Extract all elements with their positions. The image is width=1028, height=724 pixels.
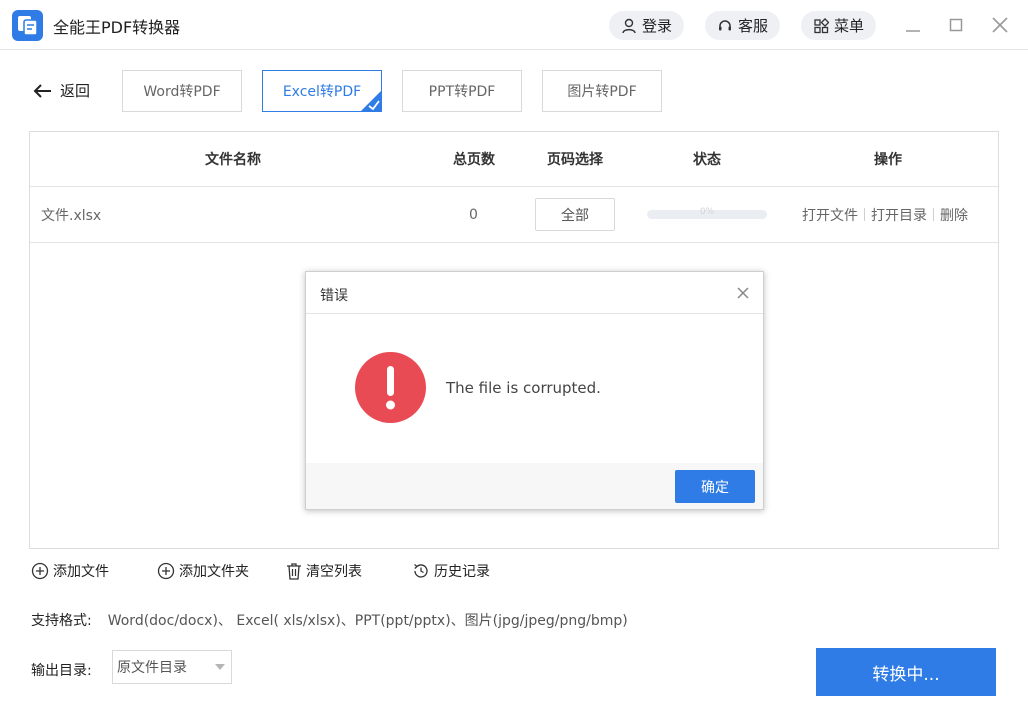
maximize-icon[interactable] [944,13,968,37]
add-folder-button[interactable]: 添加文件夹 [157,561,249,581]
error-exclamation-icon [355,352,426,423]
tab-excel-to-pdf[interactable]: Excel转PDF [262,70,382,112]
output-dir-value: 原文件目录 [117,660,187,676]
close-icon[interactable] [735,285,751,301]
header-file-name: 文件名称 [205,152,261,168]
plus-circle-icon [157,562,175,580]
tab-label: Excel转PDF [282,84,362,100]
login-button[interactable]: 登录 [609,11,685,40]
tab-label: PPT转PDF [428,84,496,100]
page-select-button[interactable]: 全部 [535,198,615,231]
add-file-button[interactable]: 添加文件 [31,561,109,581]
convert-button[interactable]: 转换中... [816,648,996,696]
tab-ppt-to-pdf[interactable]: PPT转PDF [402,70,522,112]
progress-text: 0% [699,207,715,217]
login-label: 登录 [642,17,673,35]
add-folder-label: 添加文件夹 [179,564,249,580]
history-label: 历史记录 [434,564,490,580]
menu-label: 菜单 [834,17,865,35]
history-button[interactable]: 历史记录 [412,561,490,581]
history-clock-icon [414,564,428,578]
menu-button[interactable]: 菜单 [801,11,877,40]
customer-service-button[interactable]: 客服 [705,11,781,40]
tab-label: 图片转PDF [567,84,637,100]
divider [864,208,865,221]
header-page-select: 页码选择 [547,152,603,168]
dialog-title: 错误 [320,288,348,304]
page-count: 0 [469,206,478,223]
minimize-icon[interactable] [901,13,925,37]
selected-check-icon [361,91,381,111]
error-dialog: 错误 The file is corrupted. 确定 [305,271,764,510]
ok-button[interactable]: 确定 [675,470,755,503]
clear-list-label: 清空列表 [306,564,362,580]
supported-formats: 支持格式: Word(doc/docx)、 Excel( xls/xlsx)、P… [31,610,628,630]
close-window-icon[interactable] [988,13,1012,37]
app-title: 全能王PDF转换器 [53,18,181,37]
user-icon [622,18,636,33]
table-row: 文件.xlsx 0 全部 0% 打开文件 打开目录 删除 [30,187,998,243]
back-button[interactable]: 返回 [32,80,90,101]
header-status: 状态 [693,152,721,168]
output-dir-label: 输出目录: [31,663,92,679]
progress-bar: 0% [647,207,767,219]
tab-image-to-pdf[interactable]: 图片转PDF [542,70,662,112]
header-total-pages: 总页数 [453,152,495,168]
output-dir-select[interactable]: 原文件目录 [112,650,232,684]
arrow-left-icon [33,83,51,98]
dialog-header: 错误 [306,272,763,314]
clear-list-button[interactable]: 清空列表 [286,561,362,581]
open-file-link[interactable]: 打开文件 [802,205,858,225]
headset-icon [719,19,731,30]
trash-icon [287,563,301,580]
app-logo-icon [12,10,43,41]
grid-menu-icon [814,17,829,33]
tab-word-to-pdf[interactable]: Word转PDF [122,70,242,112]
open-folder-link[interactable]: 打开目录 [871,205,927,225]
row-actions: 打开文件 打开目录 删除 [802,187,968,242]
formats-value: Word(doc/docx)、 Excel( xls/xlsx)、PPT(ppt… [107,613,628,629]
formats-label: 支持格式: [31,613,92,629]
header-actions: 操作 [874,152,902,168]
add-file-label: 添加文件 [53,564,109,580]
plus-circle-icon [31,562,49,580]
table-header: 文件名称 总页数 页码选择 状态 操作 [30,132,998,187]
service-label: 客服 [738,17,769,35]
title-bar: 全能王PDF转换器 登录 客服 菜单 [0,0,1028,50]
tab-label: Word转PDF [143,84,221,100]
back-label: 返回 [60,82,91,100]
delete-link[interactable]: 删除 [940,205,968,225]
dialog-message: The file is corrupted. [446,379,601,397]
chevron-down-icon [215,664,225,670]
divider [933,208,934,221]
file-name: 文件.xlsx [41,207,102,224]
